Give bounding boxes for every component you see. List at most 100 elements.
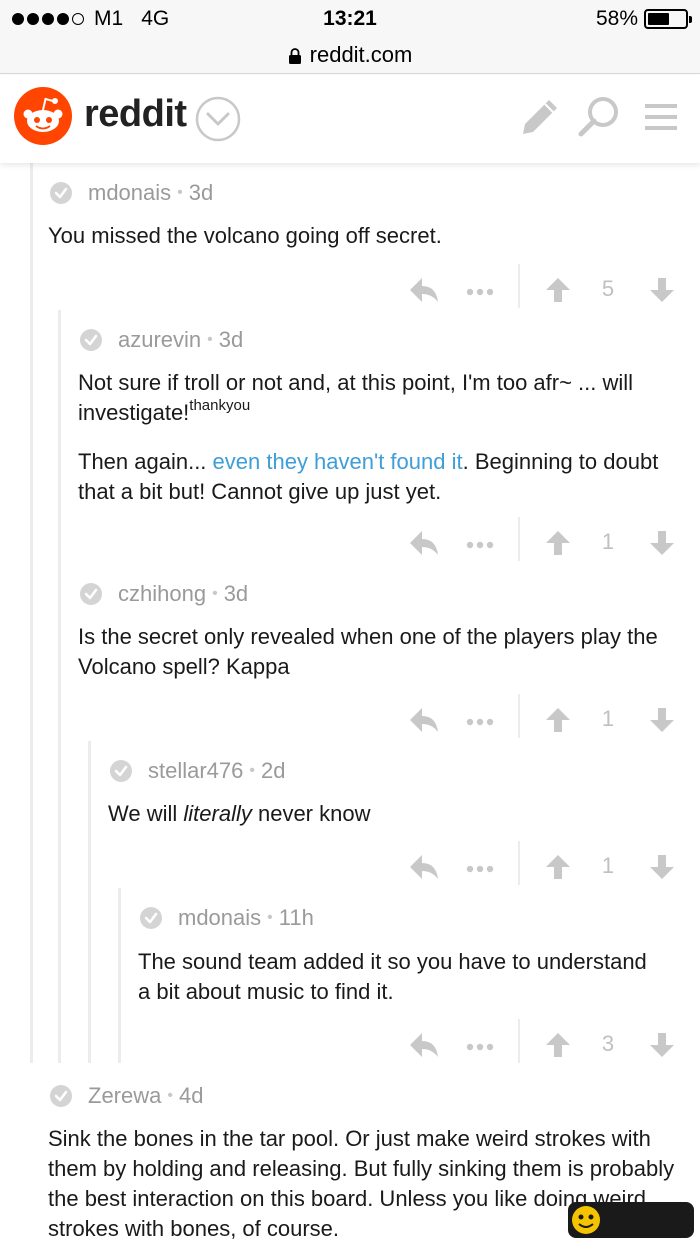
battery-percent: 58%	[595, 7, 638, 30]
comment-body: Not sure if troll or not and, at this po…	[78, 368, 678, 507]
comment-text: You missed the volcano going off secret.	[48, 223, 442, 248]
collapse-check-icon[interactable]	[110, 760, 132, 782]
comment-text-prefix: Then again...	[78, 449, 213, 474]
upvote-arrow-icon[interactable]	[544, 853, 572, 881]
reply-icon[interactable]	[408, 853, 440, 881]
comment-list: mdonais • 3d You missed the volcano goin…	[0, 163, 700, 1245]
comment-age: 3d	[218, 327, 244, 352]
superscript-text: thankyou	[189, 397, 251, 414]
comment-actions: 3	[408, 1019, 674, 1063]
address-bar[interactable]: reddit.com	[0, 36, 700, 74]
comment-author[interactable]: azurevin	[118, 327, 201, 353]
thread-line	[88, 741, 91, 1063]
downvote-arrow-icon[interactable]	[648, 1031, 676, 1059]
collapse-check-icon[interactable]	[80, 329, 102, 351]
meta-separator: •	[249, 762, 255, 779]
more-options-icon[interactable]	[466, 288, 494, 296]
comment-score: 1	[601, 853, 615, 878]
upvote-arrow-icon[interactable]	[544, 706, 572, 734]
downvote-arrow-icon[interactable]	[648, 276, 676, 304]
reddit-wordmark[interactable]: reddit	[84, 93, 187, 136]
downvote-arrow-icon[interactable]	[648, 529, 676, 557]
collapse-check-icon[interactable]	[50, 1085, 72, 1107]
thread-line	[30, 163, 33, 1063]
meta-separator: •	[267, 909, 273, 926]
menu-icon[interactable]	[643, 99, 679, 135]
comment-author[interactable]: Zerewa	[88, 1083, 161, 1109]
comment-text: Then again... even they haven't found it…	[78, 447, 678, 507]
actions-divider	[518, 1019, 520, 1063]
comment-author[interactable]: mdonais	[88, 180, 171, 206]
meta-separator: •	[167, 1087, 173, 1104]
reply-icon[interactable]	[408, 706, 440, 734]
comment-text: Is the secret only revealed when one of …	[78, 624, 658, 679]
comment-meta: mdonais • 3d	[50, 180, 213, 206]
reply-icon[interactable]	[408, 276, 440, 304]
collapse-check-icon[interactable]	[50, 182, 72, 204]
comment-link[interactable]: even they haven't found it	[213, 449, 463, 474]
comment-age: 3d	[223, 581, 249, 606]
search-icon[interactable]	[577, 95, 621, 139]
actions-divider	[518, 841, 520, 885]
comment-meta: azurevin • 3d	[80, 327, 243, 353]
collapse-check-icon[interactable]	[80, 583, 102, 605]
comment-body: You missed the volcano going off secret.	[48, 221, 678, 251]
comment-meta: stellar476 • 2d	[110, 758, 285, 784]
url-text: reddit.com	[309, 41, 413, 67]
meta-separator: •	[177, 184, 183, 201]
upvote-arrow-icon[interactable]	[544, 276, 572, 304]
comment-text: Not sure if troll or not and, at this po…	[78, 368, 678, 431]
upvote-arrow-icon[interactable]	[544, 1031, 572, 1059]
comment-age: 3d	[188, 180, 214, 205]
more-options-icon[interactable]	[466, 865, 494, 873]
downvote-arrow-icon[interactable]	[648, 853, 676, 881]
comment-meta: czhihong • 3d	[80, 581, 248, 607]
comment-body: We will literally never know	[108, 799, 678, 829]
meta-separator: •	[212, 585, 218, 602]
comment-body: Is the secret only revealed when one of …	[78, 622, 688, 682]
snoo-logo[interactable]	[14, 87, 72, 145]
comment-text: We will literally never know	[108, 799, 678, 829]
more-options-icon[interactable]	[466, 541, 494, 549]
reply-icon[interactable]	[408, 1031, 440, 1059]
watermark	[566, 1200, 696, 1240]
comment-body: The sound team added it so you have to u…	[138, 947, 658, 1007]
comment-author[interactable]: mdonais	[178, 905, 261, 931]
pencil-icon[interactable]	[520, 97, 560, 137]
comment-meta: mdonais • 11h	[140, 905, 314, 931]
battery-icon	[644, 9, 692, 29]
comment-author[interactable]: stellar476	[148, 758, 243, 784]
comment-score: 5	[601, 276, 615, 301]
comment-actions: 1	[408, 694, 674, 738]
comment-text: The sound team added it so you have to u…	[138, 949, 647, 1004]
comment-score: 3	[601, 1031, 615, 1056]
comment-text-suffix: never know	[251, 801, 371, 826]
comment-actions: 5	[408, 264, 674, 308]
more-options-icon[interactable]	[466, 1043, 494, 1051]
comment-age: 11h	[278, 905, 314, 930]
actions-divider	[518, 694, 520, 738]
comment-age: 4d	[178, 1083, 204, 1108]
comment-score: 1	[601, 529, 615, 554]
comment-text-prefix: We will	[108, 801, 184, 826]
comment-score: 1	[601, 706, 615, 731]
reply-icon[interactable]	[408, 529, 440, 557]
comment-meta: Zerewa • 4d	[50, 1083, 203, 1109]
meta-separator: •	[207, 331, 213, 348]
collapse-check-icon[interactable]	[140, 907, 162, 929]
watermark-logo	[568, 1202, 694, 1238]
upvote-arrow-icon[interactable]	[544, 529, 572, 557]
comment-author[interactable]: czhihong	[118, 581, 206, 607]
thread-line	[58, 310, 61, 1063]
more-options-icon[interactable]	[466, 718, 494, 726]
site-header: reddit	[0, 75, 700, 163]
downvote-arrow-icon[interactable]	[648, 706, 676, 734]
comment-text-line: Not sure if troll or not and, at this po…	[78, 370, 634, 425]
comment-text-emphasis: literally	[183, 801, 252, 826]
thread-line	[118, 888, 121, 1063]
comment-actions: 1	[408, 517, 674, 561]
actions-divider	[518, 264, 520, 308]
actions-divider	[518, 517, 520, 561]
chevron-down-icon[interactable]	[194, 95, 242, 143]
status-bar: M1 4G 13:21 58%	[0, 0, 700, 36]
